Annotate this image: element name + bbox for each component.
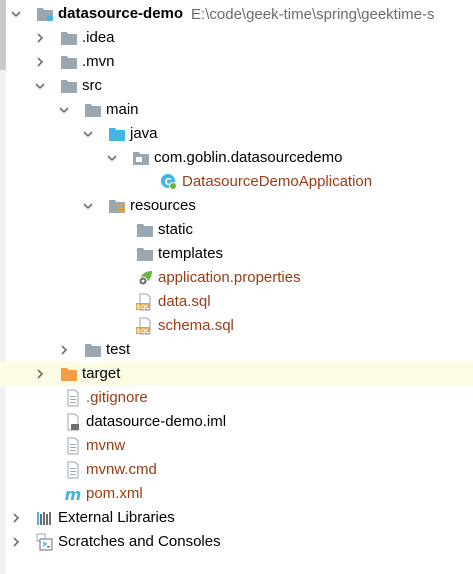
chevron-down-icon[interactable] — [32, 74, 48, 98]
iml-file-icon — [64, 413, 82, 431]
tree-row-schema-sql[interactable]: SQL schema.sql — [0, 314, 473, 338]
spring-boot-class-icon: C — [160, 173, 178, 191]
folder-icon — [60, 53, 78, 71]
tree-row-app-class[interactable]: C DatasourceDemoApplication — [0, 170, 473, 194]
sql-file-icon: SQL — [136, 293, 154, 311]
tree-row-idea[interactable]: .idea — [0, 26, 473, 50]
tree-row-static[interactable]: static — [0, 218, 473, 242]
tree-row-root[interactable]: datasource-demo E:\code\geek-time\spring… — [0, 2, 473, 26]
package-icon — [132, 149, 150, 167]
scratches-icon — [36, 533, 54, 551]
tree-row-resources[interactable]: resources — [0, 194, 473, 218]
src-label: src — [82, 77, 102, 94]
app-properties-label: application.properties — [158, 269, 301, 286]
maven-icon: m — [64, 485, 82, 503]
chevron-down-icon[interactable] — [56, 98, 72, 122]
tree-row-data-sql[interactable]: SQL data.sql — [0, 290, 473, 314]
tree-row-src[interactable]: src — [0, 74, 473, 98]
resources-folder-icon — [108, 197, 126, 215]
svg-text:SQL: SQL — [136, 328, 149, 335]
chevron-down-icon[interactable] — [104, 146, 120, 170]
chevron-right-icon[interactable] — [56, 338, 72, 362]
iml-label: datasource-demo.iml — [86, 413, 227, 430]
sql-file-icon: SQL — [136, 317, 154, 335]
folder-icon — [60, 77, 78, 95]
module-folder-icon — [36, 5, 54, 23]
tree-row-templates[interactable]: templates — [0, 242, 473, 266]
tree-row-package[interactable]: com.goblin.datasourcedemo — [0, 146, 473, 170]
folder-icon — [84, 101, 102, 119]
chevron-right-icon[interactable] — [32, 362, 48, 386]
folder-icon — [136, 245, 154, 263]
libraries-icon — [36, 509, 54, 527]
spring-properties-icon — [136, 269, 154, 287]
root-name: datasource-demo — [58, 5, 184, 22]
root-path: E:\code\geek-time\spring\geektime-s — [191, 5, 435, 23]
static-label: static — [158, 221, 194, 238]
target-label: target — [82, 365, 121, 382]
tree-row-app-properties[interactable]: application.properties — [0, 266, 473, 290]
tree-row-target[interactable]: target — [0, 362, 473, 386]
text-file-icon — [64, 389, 82, 407]
test-label: test — [106, 341, 131, 358]
tree-row-iml[interactable]: datasource-demo.iml — [0, 410, 473, 434]
schema-sql-label: schema.sql — [158, 317, 234, 334]
tree-row-test[interactable]: test — [0, 338, 473, 362]
folder-icon — [136, 221, 154, 239]
chevron-down-icon[interactable] — [80, 194, 96, 218]
templates-label: templates — [158, 245, 224, 262]
chevron-right-icon[interactable] — [8, 506, 24, 530]
data-sql-label: data.sql — [158, 293, 211, 310]
chevron-right-icon[interactable] — [32, 26, 48, 50]
idea-label: .idea — [82, 29, 115, 46]
tree-row-scratches[interactable]: Scratches and Consoles — [0, 530, 473, 554]
resources-label: resources — [130, 197, 196, 214]
app-class-label: DatasourceDemoApplication — [182, 173, 373, 190]
tree-row-mvn[interactable]: .mvn — [0, 50, 473, 74]
scratches-label: Scratches and Consoles — [58, 533, 221, 550]
tree-row-mvnw[interactable]: mvnw — [0, 434, 473, 458]
project-tree-panel: datasource-demo E:\code\geek-time\spring… — [0, 0, 473, 574]
main-label: main — [106, 101, 139, 118]
tree-row-mvnw-cmd[interactable]: mvnw.cmd — [0, 458, 473, 482]
external-libraries-label: External Libraries — [58, 509, 175, 526]
excluded-folder-icon — [60, 365, 78, 383]
folder-icon — [84, 341, 102, 359]
pom-label: pom.xml — [86, 485, 143, 502]
tree-row-gitignore[interactable]: .gitignore — [0, 386, 473, 410]
text-file-icon — [64, 437, 82, 455]
java-label: java — [130, 125, 158, 142]
source-folder-icon — [108, 125, 126, 143]
text-file-icon — [64, 461, 82, 479]
tree-row-pom[interactable]: m pom.xml — [0, 482, 473, 506]
package-label: com.goblin.datasourcedemo — [154, 149, 343, 166]
chevron-down-icon[interactable] — [80, 122, 96, 146]
mvnw-cmd-label: mvnw.cmd — [86, 461, 157, 478]
tree-row-java[interactable]: java — [0, 122, 473, 146]
chevron-right-icon[interactable] — [32, 50, 48, 74]
chevron-right-icon[interactable] — [8, 530, 24, 554]
mvn-label: .mvn — [82, 53, 115, 70]
mvnw-label: mvnw — [86, 437, 126, 454]
folder-icon — [60, 29, 78, 47]
tree-row-external-libraries[interactable]: External Libraries — [0, 506, 473, 530]
svg-text:m: m — [65, 486, 82, 502]
svg-text:SQL: SQL — [136, 304, 149, 311]
tree-row-main[interactable]: main — [0, 98, 473, 122]
chevron-down-icon[interactable] — [8, 2, 24, 26]
gitignore-label: .gitignore — [86, 389, 148, 406]
